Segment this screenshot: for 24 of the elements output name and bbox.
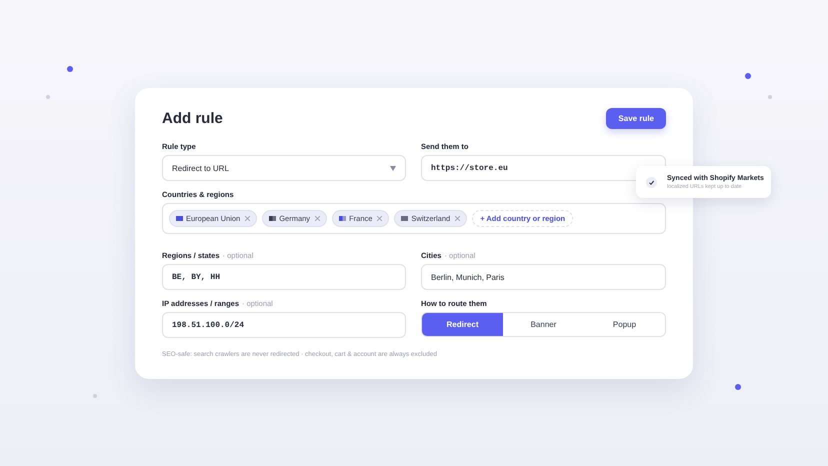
input-field[interactable]: 198.51.100.0/24 bbox=[162, 312, 406, 338]
decor-dot bbox=[67, 66, 73, 72]
input-field[interactable]: Berlin, Munich, Paris bbox=[421, 264, 666, 290]
route-option[interactable]: Redirect bbox=[422, 313, 503, 336]
decor-dot bbox=[768, 95, 772, 99]
decor-dot bbox=[735, 384, 741, 390]
check-icon bbox=[646, 176, 657, 188]
remove-icon[interactable] bbox=[245, 216, 250, 221]
card-title: Add rule bbox=[162, 110, 223, 127]
flag-icon bbox=[401, 216, 408, 221]
rule-type-dropdown[interactable]: Redirect to URL bbox=[162, 155, 406, 181]
decor-dot bbox=[46, 95, 50, 99]
remove-icon[interactable] bbox=[377, 216, 382, 221]
input-field[interactable]: BE, BY, HH bbox=[162, 264, 406, 290]
remove-icon[interactable] bbox=[455, 216, 460, 221]
save-button[interactable]: Save rule bbox=[606, 108, 666, 129]
input-field[interactable]: https://store.eu bbox=[421, 155, 666, 181]
flag-icon bbox=[269, 216, 276, 221]
flag-icon bbox=[176, 216, 183, 221]
remove-icon[interactable] bbox=[315, 216, 320, 221]
flag-icon bbox=[339, 216, 346, 221]
decor-dot bbox=[745, 73, 751, 79]
decor-dot bbox=[93, 394, 97, 398]
caret-icon bbox=[390, 166, 396, 170]
